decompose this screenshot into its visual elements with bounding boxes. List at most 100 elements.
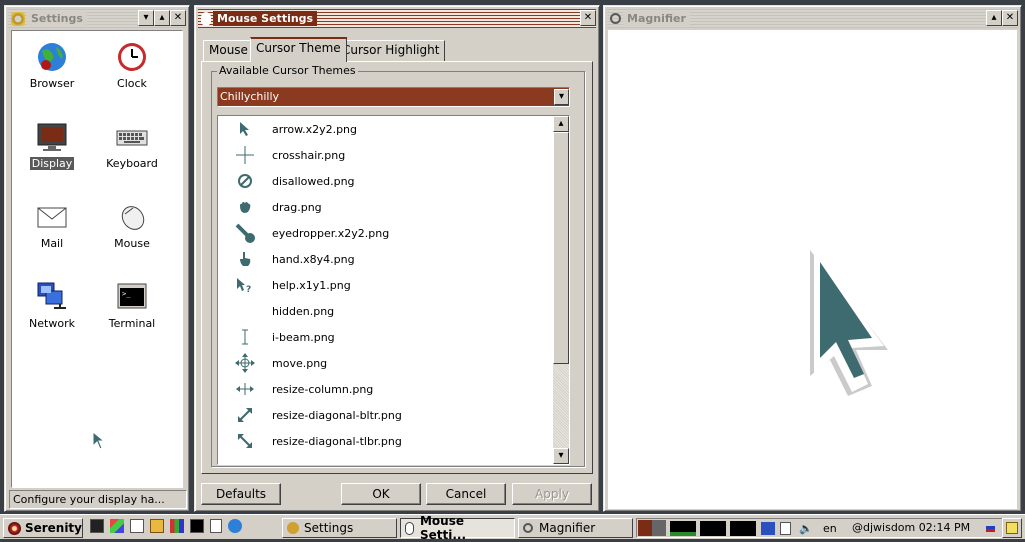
show-desktop-button[interactable] [1002,518,1022,538]
keymap-label[interactable]: en [823,522,837,535]
arrow-cursor-icon [218,121,272,137]
clock-text[interactable]: @djwisdom 02:14 PM [849,520,999,536]
close-button[interactable]: ✕ [580,10,596,26]
start-button[interactable]: Serenity [3,518,83,538]
button-label: Apply [535,487,569,501]
tab-cursor-theme[interactable]: Cursor Theme [250,37,347,62]
envelope-icon [36,201,68,233]
clock-icon [116,41,148,73]
settings-item-network[interactable]: Network [12,281,92,330]
magnifier-window: Magnifier ▴ ✕ [603,5,1022,512]
settings-content: Browser Clock Display Keyboard Mail Mous… [11,30,183,488]
apply-button[interactable]: Apply [512,483,592,505]
maximize-button[interactable]: ▴ [986,10,1002,26]
scroll-thumb[interactable] [553,132,569,364]
list-item[interactable]: hand.x8y4.png [218,246,553,272]
list-item-label: eyedropper.x2y2.png [272,226,390,240]
maximize-button[interactable]: ▴ [154,10,170,26]
ok-button[interactable]: OK [341,483,421,505]
system-monitor-icon[interactable] [90,519,104,533]
mouse-icon [201,11,211,26]
taskbar-item-mouse-settings[interactable]: Mouse Setti... [400,514,515,542]
tab-mouse[interactable]: Mouse [203,40,254,61]
list-item-label: drag.png [272,200,322,214]
magnifier-icon [610,13,621,24]
list-item-label: i-beam.png [272,330,335,344]
tab-label: Mouse [209,43,248,57]
list-item[interactable]: crosshair.png [218,142,553,168]
settings-item-label: Browser [29,77,75,90]
list-item[interactable]: eyedropper.x2y2.png [218,220,553,246]
settings-statusbar: Configure your display ha... [9,490,187,509]
close-button[interactable]: ✕ [170,10,186,26]
list-item[interactable]: i-beam.png [218,324,553,350]
minimize-button[interactable]: ▾ [138,10,154,26]
button-label: Defaults [215,487,267,501]
crosshair-cursor-icon [218,145,272,165]
settings-item-mouse[interactable]: Mouse [92,201,172,250]
list-item[interactable]: disallowed.png [218,168,553,194]
browser-icon[interactable] [228,519,242,533]
clipboard-icon[interactable] [780,522,791,535]
settings-item-display[interactable]: Display [12,121,92,170]
theme-combobox-value: Chillychilly [220,90,280,103]
file-manager-icon[interactable] [150,519,164,533]
settings-item-terminal[interactable]: >_ Terminal [92,281,172,330]
settings-item-label: Display [29,157,75,170]
close-button[interactable]: ✕ [1002,10,1018,26]
list-item[interactable]: move.png [218,350,553,376]
list-item[interactable]: hidden.png [218,298,553,324]
task-label: Mouse Setti... [419,514,467,542]
list-item-label: arrow.x2y2.png [272,122,358,136]
chevron-down-icon[interactable]: ▾ [554,89,569,105]
mouse-settings-titlebar[interactable]: Mouse Settings ✕ [198,9,596,28]
mouse-settings-title: Mouse Settings [213,11,318,26]
taskbar-item-magnifier[interactable]: Magnifier [518,518,633,538]
list-item[interactable]: resize-diagonal-bltr.png [218,402,553,428]
paint-icon[interactable] [110,519,124,533]
workspace-switcher-icon[interactable] [638,520,666,536]
tab-label: Cursor Highlight [342,43,440,57]
settings-item-clock[interactable]: Clock [92,41,172,90]
settings-titlebar[interactable]: Settings ▾ ▴ ✕ [8,9,186,28]
list-item[interactable]: resize-column.png [218,376,553,402]
list-item[interactable]: resize-diagonal-tlbr.png [218,428,553,454]
settings-item-browser[interactable]: Browser [12,41,92,90]
button-label: Cancel [445,487,487,501]
defaults-button[interactable]: Defaults [201,483,281,505]
tab-cursor-highlight[interactable]: Cursor Highlight [336,40,446,61]
font-editor-icon[interactable] [130,519,144,533]
cursor-list[interactable]: arrow.x2y2.png crosshair.png disallowed.… [217,115,570,465]
start-label: Serenity [24,521,82,535]
theme-combobox[interactable]: Chillychilly ▾ [217,87,570,107]
list-scrollbar[interactable]: ▴ ▾ [553,116,569,464]
tab-label: Cursor Theme [256,41,341,55]
hand-cursor-icon [218,251,272,267]
list-item[interactable]: drag.png [218,194,553,220]
taskbar-item-settings[interactable]: Settings [282,518,397,538]
status-text: Configure your display ha... [13,493,165,506]
settings-item-label: Network [29,317,75,330]
settings-item-keyboard[interactable]: Keyboard [92,121,172,170]
magnifier-titlebar[interactable]: Magnifier ▴ ✕ [607,9,1018,28]
list-item-label: resize-diagonal-bltr.png [272,408,402,422]
settings-title: Settings [27,11,87,26]
scroll-up-button[interactable]: ▴ [553,116,569,132]
globe-icon [36,41,68,73]
library-icon[interactable] [170,519,184,533]
text-editor-icon[interactable] [210,519,222,533]
volume-icon[interactable]: 🔈 [799,522,813,535]
settings-item-mail[interactable]: Mail [12,201,92,250]
list-item[interactable]: ? help.x1y1.png [218,272,553,298]
cancel-button[interactable]: Cancel [426,483,506,505]
terminal-icon[interactable] [190,519,204,533]
notes-icon [1006,522,1018,534]
mouse-settings-window: Mouse Settings ✕ Mouse Cursor Theme Curs… [194,5,600,512]
network-status-icon[interactable] [761,522,775,535]
scroll-down-button[interactable]: ▾ [553,448,569,464]
move-cursor-icon [218,352,272,374]
list-item[interactable]: arrow.x2y2.png [218,116,553,142]
task-label: Settings [304,521,354,535]
help-cursor-icon: ? [218,277,272,293]
i-beam-cursor-icon [218,328,272,346]
